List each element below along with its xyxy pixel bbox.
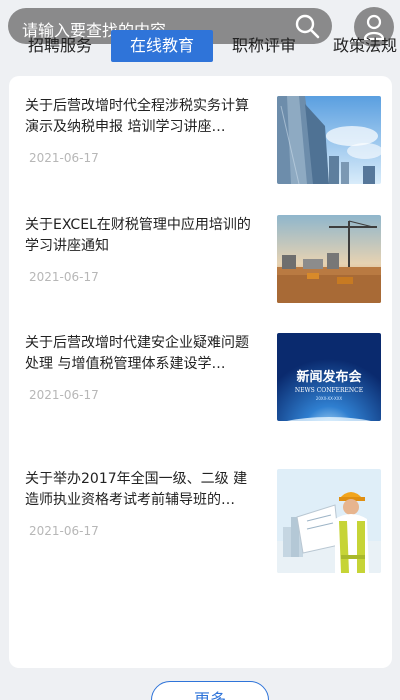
article-title: 关于后营改增时代建安企业疑难问题处理 与增值税管理体系建设学…: [25, 335, 249, 372]
list-item[interactable]: 关于举办2017年全国一级、二级 建造师执业资格考试考前辅导班的… 2021-0…: [9, 469, 392, 573]
article-date: 2021-06-17: [29, 270, 99, 284]
list-item[interactable]: 关于后营改增时代全程涉税实务计算演示及纳税申报 培训学习讲座… 2021-06-…: [9, 96, 392, 188]
article-list-card: 关于后营改增时代全程涉税实务计算演示及纳税申报 培训学习讲座… 2021-06-…: [9, 76, 392, 700]
news-conference-image: 新闻发布会 NEWS CONFERENCE 20XX-XX-XXX: [277, 333, 381, 421]
article-date: 2021-06-17: [29, 388, 99, 402]
city-skyscrapers-image: [277, 96, 381, 184]
list-item[interactable]: 关于后营改增时代建安企业疑难问题处理 与增值税管理体系建设学… 2021-06-…: [9, 333, 392, 425]
tab-title-review[interactable]: 职称评审: [232, 30, 296, 62]
engineer-image: [277, 469, 381, 573]
top-bar: 请输入要查找的内容 招聘服务 在线教育 职称评审 政策法规: [0, 0, 400, 62]
article-date: 2021-06-17: [29, 151, 99, 165]
tab-recruitment[interactable]: 招聘服务: [28, 30, 92, 62]
news-cn-text: 新闻发布会: [296, 369, 362, 385]
construction-site-image: [277, 215, 381, 303]
category-tabs: 招聘服务 在线教育 职称评审 政策法规: [0, 30, 400, 62]
list-item[interactable]: 关于EXCEL在财税管理中应用培训的学习讲座通知 2021-06-17: [9, 215, 392, 307]
article-title: 关于EXCEL在财税管理中应用培训的学习讲座通知: [25, 217, 251, 254]
tab-online-education[interactable]: 在线教育: [111, 30, 213, 62]
article-title: 关于举办2017年全国一级、二级 建造师执业资格考试考前辅导班的…: [25, 471, 248, 508]
article-date: 2021-06-17: [29, 524, 99, 538]
article-title: 关于后营改增时代全程涉税实务计算演示及纳税申报 培训学习讲座…: [25, 98, 249, 135]
tab-policy[interactable]: 政策法规: [333, 30, 397, 62]
load-more-button[interactable]: 更多: [151, 681, 269, 700]
news-sub-text: 20XX-XX-XXX: [316, 396, 343, 401]
news-en-text: NEWS CONFERENCE: [295, 387, 363, 394]
